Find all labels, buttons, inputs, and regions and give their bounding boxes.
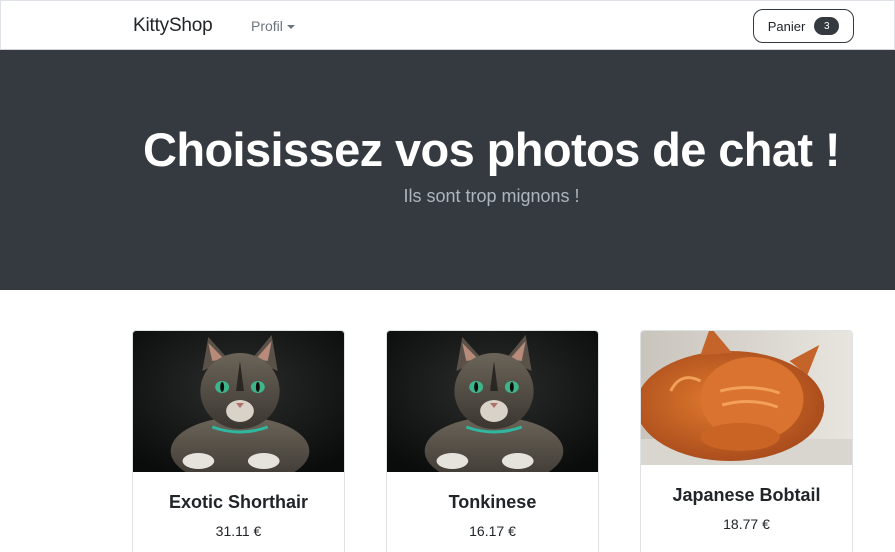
product-price: 31.11 € (215, 523, 262, 539)
product-price: 16.17 € (469, 523, 516, 539)
tabby-cat-photo (387, 331, 598, 472)
hero-subtitle: Ils sont trop mignons ! (403, 186, 580, 206)
chevron-down-icon (286, 24, 295, 29)
cart-label: Panier (767, 18, 806, 34)
product-card[interactable]: Tonkinese 16.17 € (386, 330, 599, 552)
cart-count-badge: 3 (814, 17, 840, 35)
brand-logo[interactable]: KittyShop (133, 15, 213, 37)
hero-title: Choisissez vos photos de chat ! (143, 123, 841, 176)
product-card[interactable]: Japanese Bobtail 18.77 € (640, 330, 853, 552)
navbar: KittyShop Profil Panier 3 (0, 0, 895, 50)
product-price: 18.77 € (723, 516, 770, 532)
orange-cat-photo (641, 331, 852, 465)
cart-button[interactable]: Panier 3 (753, 9, 854, 43)
tabby-cat-photo (133, 331, 344, 472)
profile-label: Profil (251, 18, 283, 34)
product-name: Japanese Bobtail (672, 485, 821, 505)
product-name: Exotic Shorthair (168, 492, 309, 512)
profile-dropdown[interactable]: Profil (251, 18, 295, 34)
hero-banner: Choisissez vos photos de chat ! Ils sont… (0, 50, 895, 290)
product-card[interactable]: Exotic Shorthair 31.11 € (132, 330, 345, 552)
product-name: Tonkinese (448, 492, 537, 512)
